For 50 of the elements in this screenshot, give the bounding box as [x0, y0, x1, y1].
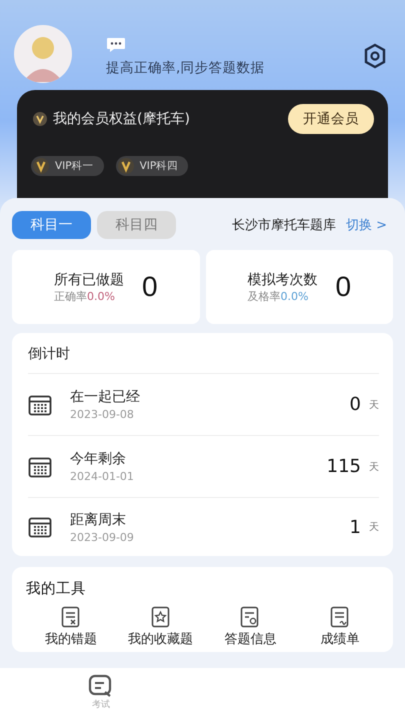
countdown-value: 1	[350, 516, 361, 538]
stat-title: 所有已做题	[54, 270, 124, 288]
chat-icon[interactable]	[106, 37, 126, 53]
stat-value: 0	[142, 271, 158, 303]
calendar-icon	[28, 456, 52, 478]
section-title: 倒计时	[28, 333, 379, 374]
settings-icon[interactable]	[363, 43, 387, 69]
tool-item[interactable]: 成绩单	[295, 606, 385, 648]
tool-item[interactable]: 我的收藏题	[116, 606, 206, 648]
tool-label: 我的错题	[44, 631, 97, 648]
switch-link[interactable]: 切换 >	[346, 216, 387, 234]
question-bank-name: 长沙市摩托车题库	[232, 217, 336, 234]
day-unit: 天	[369, 398, 379, 412]
stat-rate: 正确率0.0%	[54, 288, 116, 304]
subject-tab[interactable]: 科目一	[12, 211, 91, 239]
nav-label: 考试	[92, 698, 110, 711]
stat-rate: 及格率0.0%	[247, 288, 310, 304]
countdown-date: 2024-01-01	[70, 470, 135, 483]
countdown-label: 今年剩余	[70, 450, 127, 468]
day-unit: 天	[369, 521, 379, 534]
countdown-value: 115	[326, 456, 361, 477]
countdown-date: 2023-09-08	[70, 408, 135, 421]
badge-label: VIP科一	[55, 159, 94, 173]
tool-label: 成绩单	[320, 631, 360, 648]
vip-icon	[33, 112, 47, 126]
cross-document-icon	[60, 606, 81, 628]
stat-card[interactable]: 所有已做题 正确率0.0% 0	[12, 250, 200, 324]
signed-document-icon	[330, 606, 350, 628]
profile-subtitle: 提高正确率,同步答题数据	[106, 59, 266, 77]
open-membership-button[interactable]: 开通会员	[288, 104, 374, 134]
stat-card[interactable]: 模拟考次数 及格率0.0% 0	[206, 250, 393, 324]
day-unit: 天	[369, 460, 379, 474]
magnifier-document-icon	[240, 606, 260, 628]
tool-label: 答题信息	[224, 631, 276, 648]
badge-label: VIP科四	[140, 159, 178, 173]
calendar-icon	[28, 394, 52, 416]
tool-item[interactable]: 答题信息	[206, 606, 296, 648]
countdown-date: 2023-09-09	[70, 530, 135, 544]
countdown-label: 距离周末	[70, 510, 127, 528]
star-document-icon	[150, 606, 171, 628]
tool-label: 我的收藏题	[128, 631, 194, 648]
exam-icon	[88, 674, 114, 698]
countdown-value: 0	[350, 394, 361, 415]
membership-title: 我的会员权益(摩托车)	[53, 110, 190, 128]
tool-item[interactable]: 我的错题	[26, 606, 116, 648]
stat-title: 模拟考次数	[247, 270, 318, 288]
countdown-label: 在一起已经	[70, 388, 141, 406]
stat-value: 0	[335, 271, 352, 303]
section-title: 我的工具	[26, 580, 87, 598]
calendar-icon	[28, 516, 52, 538]
